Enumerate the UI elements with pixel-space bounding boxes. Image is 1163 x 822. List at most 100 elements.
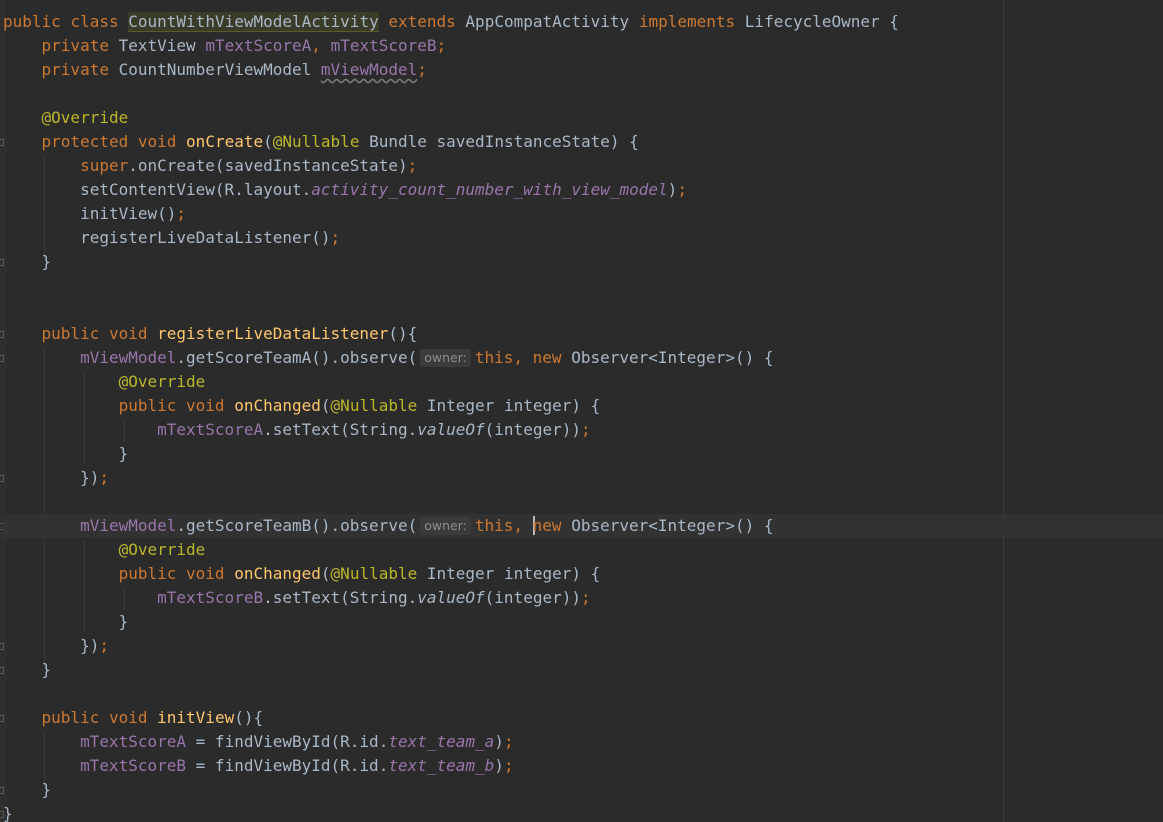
- observer-type[interactable]: Observer<Integer>() {: [562, 348, 773, 367]
- parameter-hint: owner:: [420, 349, 471, 367]
- keyword-private: private: [41, 36, 109, 55]
- field-identifier[interactable]: mTextScoreA: [205, 36, 311, 55]
- code-line-close-brace[interactable]: }: [3, 610, 1163, 634]
- method-call[interactable]: .onCreate(savedInstanceState): [128, 156, 407, 175]
- code-line-register-declaration[interactable]: public void registerLiveDataListener(){: [3, 322, 1163, 346]
- static-method-call[interactable]: valueOf: [417, 420, 484, 439]
- code-line-close-observer[interactable]: });: [3, 466, 1163, 490]
- annotation-override[interactable]: @Override: [119, 540, 206, 559]
- annotation-nullable[interactable]: @Nullable: [273, 132, 360, 151]
- type-identifier[interactable]: TextView: [119, 36, 196, 55]
- code-line-annotation[interactable]: @Override: [3, 370, 1163, 394]
- keyword-super: super: [80, 156, 129, 175]
- parameter-list: Integer integer) {: [417, 564, 601, 583]
- method-name[interactable]: initView: [157, 708, 234, 727]
- code-line-annotation[interactable]: @Override: [3, 538, 1163, 562]
- annotation-nullable[interactable]: @Nullable: [331, 564, 418, 583]
- static-method-call[interactable]: valueOf: [417, 588, 484, 607]
- paren: ): [667, 180, 678, 199]
- code-line-viewmodel-field[interactable]: private CountNumberViewModel mViewModel;: [3, 58, 1163, 82]
- semicolon: ;: [417, 60, 427, 79]
- annotation-override[interactable]: @Override: [42, 108, 129, 127]
- annotation-nullable[interactable]: @Nullable: [331, 396, 418, 415]
- brace: }: [3, 804, 13, 822]
- static-field-identifier[interactable]: activity_count_number_with_view_model: [311, 180, 667, 199]
- keyword-implements: implements: [638, 12, 736, 31]
- field-identifier[interactable]: mViewModel: [80, 516, 176, 535]
- interface-identifier[interactable]: LifecycleOwner: [745, 12, 880, 31]
- field-identifier[interactable]: mTextScoreB: [331, 36, 437, 55]
- code-line-super-call[interactable]: super.onCreate(savedInstanceState);: [3, 154, 1163, 178]
- method-call[interactable]: = findViewById(R.id.: [186, 732, 389, 751]
- code-line-textview-fields[interactable]: private TextView mTextScoreA, mTextScore…: [3, 34, 1163, 58]
- brace: }: [41, 780, 52, 799]
- method-name[interactable]: registerLiveDataListener: [157, 324, 388, 343]
- code-line-close-brace[interactable]: }: [3, 778, 1163, 802]
- field-identifier[interactable]: mTextScoreA: [157, 420, 263, 439]
- field-identifier[interactable]: mViewModel: [80, 348, 176, 367]
- code-line-register-call[interactable]: registerLiveDataListener();: [3, 226, 1163, 250]
- parameter-list: Bundle savedInstanceState) {: [359, 132, 639, 151]
- method-name[interactable]: onCreate: [186, 132, 263, 151]
- method-name[interactable]: onChanged: [234, 396, 321, 415]
- code-line-init-view-declaration[interactable]: public void initView(){: [3, 706, 1163, 730]
- comma: ,: [513, 348, 524, 367]
- semicolon: ;: [330, 228, 341, 247]
- semicolon: ;: [99, 468, 109, 487]
- code-line-observe-team-a[interactable]: mViewModel.getScoreTeamA().observe(owner…: [3, 346, 1163, 370]
- static-field-identifier[interactable]: text_team_b: [388, 756, 494, 775]
- code-line-close-brace[interactable]: }: [3, 442, 1163, 466]
- type-identifier[interactable]: CountNumberViewModel: [119, 60, 312, 79]
- code-line-close-brace[interactable]: }: [3, 802, 1163, 822]
- code-line-find-view-a[interactable]: mTextScoreA = findViewById(R.id.text_tea…: [3, 730, 1163, 754]
- brace-paren: }): [80, 636, 100, 655]
- paren: ): [494, 732, 504, 751]
- semicolon: ;: [580, 588, 591, 607]
- code-line-observe-team-b[interactable]: mViewModel.getScoreTeamB().observe(owner…: [3, 514, 1163, 538]
- static-field-identifier[interactable]: text_team_a: [388, 732, 494, 751]
- semicolon: ;: [176, 204, 187, 223]
- code-line-class-declaration[interactable]: public class CountWithViewModelActivity …: [3, 10, 1163, 34]
- method-call[interactable]: .getScoreTeamA().observe(: [176, 348, 417, 367]
- class-name-identifier[interactable]: CountWithViewModelActivity: [128, 12, 379, 32]
- brace: }: [118, 612, 129, 631]
- method-call[interactable]: .setText(String.: [263, 588, 417, 607]
- code-editor[interactable]: public class CountWithViewModelActivity …: [0, 0, 1163, 822]
- annotation-override[interactable]: @Override: [119, 372, 206, 391]
- code-line-onchanged-declaration[interactable]: public void onChanged(@Nullable Integer …: [3, 394, 1163, 418]
- method-call[interactable]: registerLiveDataListener(): [80, 228, 330, 247]
- method-call[interactable]: initView(): [80, 204, 176, 223]
- paren-brace: (){: [388, 324, 418, 343]
- field-identifier[interactable]: mTextScoreB: [80, 756, 186, 775]
- method-call[interactable]: setContentView(R.layout.: [80, 180, 311, 199]
- keyword-public: public: [118, 396, 177, 415]
- code-line-set-content-view[interactable]: setContentView(R.layout.activity_count_n…: [3, 178, 1163, 202]
- field-identifier[interactable]: mTextScoreA: [80, 732, 186, 751]
- semicolon: ;: [580, 420, 591, 439]
- semicolon: ;: [677, 180, 687, 199]
- semicolon: ;: [436, 36, 447, 55]
- super-class-identifier[interactable]: AppCompatActivity: [465, 12, 629, 31]
- code-line-oncreate-declaration[interactable]: protected void onCreate(@Nullable Bundle…: [3, 130, 1163, 154]
- field-identifier[interactable]: mTextScoreB: [157, 588, 263, 607]
- keyword-public: public: [3, 12, 61, 31]
- keyword-void: void: [186, 396, 225, 415]
- method-call[interactable]: = findViewById(R.id.: [186, 756, 389, 775]
- code-line-set-text-b[interactable]: mTextScoreB.setText(String.valueOf(integ…: [3, 586, 1163, 610]
- code-line-init-view-call[interactable]: initView();: [3, 202, 1163, 226]
- code-line-annotation[interactable]: @Override: [3, 106, 1163, 130]
- method-call[interactable]: .getScoreTeamB().observe(: [176, 516, 417, 535]
- keyword-void: void: [108, 708, 148, 727]
- method-name[interactable]: onChanged: [234, 564, 321, 583]
- field-identifier-warning[interactable]: mViewModel: [321, 60, 417, 79]
- code-line-close-brace[interactable]: }: [3, 250, 1163, 274]
- code-line-close-observer[interactable]: });: [3, 634, 1163, 658]
- code-line-close-brace[interactable]: }: [3, 658, 1163, 682]
- code-line-find-view-b[interactable]: mTextScoreB = findViewById(R.id.text_tea…: [3, 754, 1163, 778]
- semicolon: ;: [503, 756, 514, 775]
- method-call[interactable]: .setText(String.: [263, 420, 417, 439]
- code-line-onchanged-declaration[interactable]: public void onChanged(@Nullable Integer …: [3, 562, 1163, 586]
- observer-type[interactable]: Observer<Integer>() {: [562, 516, 773, 535]
- code-line-set-text-a[interactable]: mTextScoreA.setText(String.valueOf(integ…: [3, 418, 1163, 442]
- keyword-void: void: [186, 564, 225, 583]
